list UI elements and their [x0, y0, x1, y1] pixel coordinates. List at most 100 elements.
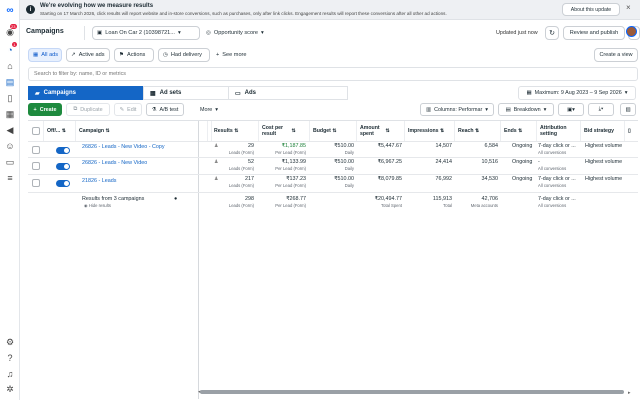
settings-icon: ▯ [628, 128, 631, 134]
date-range-picker[interactable]: ▦ Maximum: 9 Aug 2023 – 9 Sep 2026 ▾ [518, 86, 636, 100]
review-publish-button[interactable]: Review and publish [563, 26, 625, 40]
row-checkbox[interactable] [32, 146, 40, 154]
create-view-button[interactable]: Create a view [594, 48, 638, 62]
scroll-right-arrow[interactable]: ▸ [628, 390, 631, 396]
impressions-value: 76,992 [435, 176, 453, 182]
gear-icon[interactable]: ✲ [4, 383, 16, 395]
opportunity-icon: ◎ [206, 30, 211, 36]
results-sub: Leads (Form) [228, 183, 254, 188]
breakdown-icon: ▤ [505, 106, 511, 113]
more-label: More [199, 106, 213, 113]
calendar-icon: ▦ [526, 90, 532, 96]
row-checkbox[interactable] [32, 179, 40, 187]
chevron-down-icon: ▾ [624, 90, 628, 96]
tab-campaigns[interactable]: ▰ Campaigns [28, 86, 153, 100]
col-campaign[interactable]: Campaign ⇅ [76, 121, 208, 141]
info-icon: i [26, 5, 35, 14]
audience-icon[interactable]: ☺ [4, 140, 16, 152]
tab-ad-sets[interactable]: ▦ Ad sets [143, 86, 238, 100]
opportunity-score[interactable]: ◎ Opportunity score ▾ [206, 26, 282, 40]
col-results[interactable]: Results ⇅ [211, 121, 259, 141]
search-input[interactable] [29, 68, 637, 80]
reports-icon: ▣▾ [567, 106, 575, 113]
pages-icon[interactable]: ▦ [4, 108, 16, 120]
campaign-toggle[interactable] [56, 147, 70, 154]
campaigns-nav-icon[interactable]: ▤ [4, 76, 16, 88]
menu-icon[interactable]: ≡ [4, 172, 16, 184]
columns-button[interactable]: ▥ Columns: Performar ▾ [420, 103, 494, 116]
header-divider [84, 26, 85, 40]
campaign-name-link[interactable]: 21826 - Leads [82, 178, 116, 184]
account-name: Loan On Car 2 (10398721... [105, 30, 175, 36]
results-value: 52 [248, 159, 254, 165]
col-reach[interactable]: Reach ⇅ [455, 121, 501, 141]
chip-active-ads[interactable]: ↗ Active ads [66, 48, 110, 62]
col-label: Reach [458, 128, 474, 134]
col-bid-strategy[interactable]: Bid strategy [581, 121, 625, 141]
refresh-button[interactable]: ↻ [545, 26, 559, 40]
person-icon: ♟ [214, 176, 219, 182]
chip-actions[interactable]: ⚑ Actions [114, 48, 154, 62]
reports-button[interactable]: ▣▾ [558, 103, 584, 116]
header-divider [28, 141, 638, 142]
select-all-checkbox[interactable] [32, 127, 40, 135]
bell-icon[interactable]: ♫ [4, 368, 16, 380]
chart-toggle-button[interactable]: ▨ [620, 103, 636, 116]
info-icon: ● [174, 196, 178, 202]
bid-strategy-value: Highest volume [585, 143, 623, 149]
campaign-name-link[interactable]: 26826 - Leads - New Video [82, 160, 147, 166]
page-header: Campaigns ▣ Loan On Car 2 (10398721... ▾… [20, 22, 640, 44]
col-attribution[interactable]: Attribution setting [537, 121, 581, 141]
cost-sub: Per Lead (Form) [275, 183, 306, 188]
create-button[interactable]: + Create [28, 103, 62, 116]
hide-results-link[interactable]: ◉ Hide results [84, 203, 111, 208]
col-label: Results [214, 128, 233, 134]
col-amount-spent[interactable]: Amount spent ⇅ [357, 121, 405, 141]
more-button[interactable]: More ▾ [194, 103, 224, 116]
horizontal-scrollbar[interactable] [200, 390, 624, 394]
campaign-name-link[interactable]: 26826 - Leads - New Video - Copy [82, 144, 165, 150]
attribution-value: 7-day click or ... [538, 176, 576, 182]
col-label: Amount spent [360, 125, 380, 137]
meta-logo-icon[interactable]: ∞ [4, 4, 16, 16]
campaign-toggle[interactable] [56, 163, 70, 170]
account-selector[interactable]: ▣ Loan On Car 2 (10398721... ▾ [92, 26, 200, 40]
profile-icon[interactable]: ◉ 23 [4, 24, 17, 38]
totals-impressions-sub: Total [443, 203, 452, 208]
help-icon[interactable]: ? [4, 352, 16, 364]
close-icon[interactable]: × [626, 3, 631, 12]
settings-icon[interactable]: ⚙ [4, 336, 16, 348]
reach-value: 10,516 [481, 159, 499, 165]
document-icon[interactable]: ▯ [4, 92, 16, 104]
col-impressions[interactable]: Impressions ⇅ [405, 121, 455, 141]
edit-label: Edit [127, 106, 137, 113]
col-off-on[interactable]: Off/... ⇅ [44, 121, 76, 141]
edit-button[interactable]: ✎ Edit [114, 103, 142, 116]
chip-had-delivery[interactable]: ◷ Had delivery [158, 48, 210, 62]
avatar[interactable] [626, 26, 637, 37]
measurement-notice: i We're evolving how we measure results … [20, 0, 640, 20]
tab-ads[interactable]: ▭ Ads [228, 86, 348, 100]
col-settings[interactable]: ▯ [625, 121, 638, 141]
col-cost-per-result[interactable]: Cost per result ⇅ [259, 121, 310, 141]
duplicate-button[interactable]: ⧉ Duplicate [66, 103, 110, 116]
results-sub: Leads (Form) [228, 166, 254, 171]
megaphone-icon[interactable]: ◀ [4, 124, 16, 136]
card-icon[interactable]: ▭ [4, 156, 16, 168]
home-icon[interactable]: ⌂ [4, 60, 16, 72]
about-update-button[interactable]: About this update [562, 3, 620, 16]
export-button[interactable]: ⤓▾ [588, 103, 614, 116]
chip-see-more[interactable]: + See more [212, 48, 252, 62]
chip-label: Had delivery [170, 52, 202, 58]
breakdown-button[interactable]: ▤ Breakdown ▾ [498, 103, 554, 116]
delivery-icon: ◷ [163, 52, 168, 58]
alerts-icon[interactable]: ◔ 1 [4, 42, 17, 56]
ab-test-button[interactable]: ⚗ A/B test [146, 103, 184, 116]
col-budget[interactable]: Budget ⇅ [310, 121, 357, 141]
chevron-down-icon: ▾ [485, 106, 489, 113]
col-ends[interactable]: Ends ⇅ [501, 121, 537, 141]
row-checkbox[interactable] [32, 162, 40, 170]
campaign-toggle[interactable] [56, 180, 70, 187]
chip-all-ads[interactable]: ▦ All ads [28, 48, 62, 62]
breakdown-label: Breakdown [513, 106, 541, 113]
